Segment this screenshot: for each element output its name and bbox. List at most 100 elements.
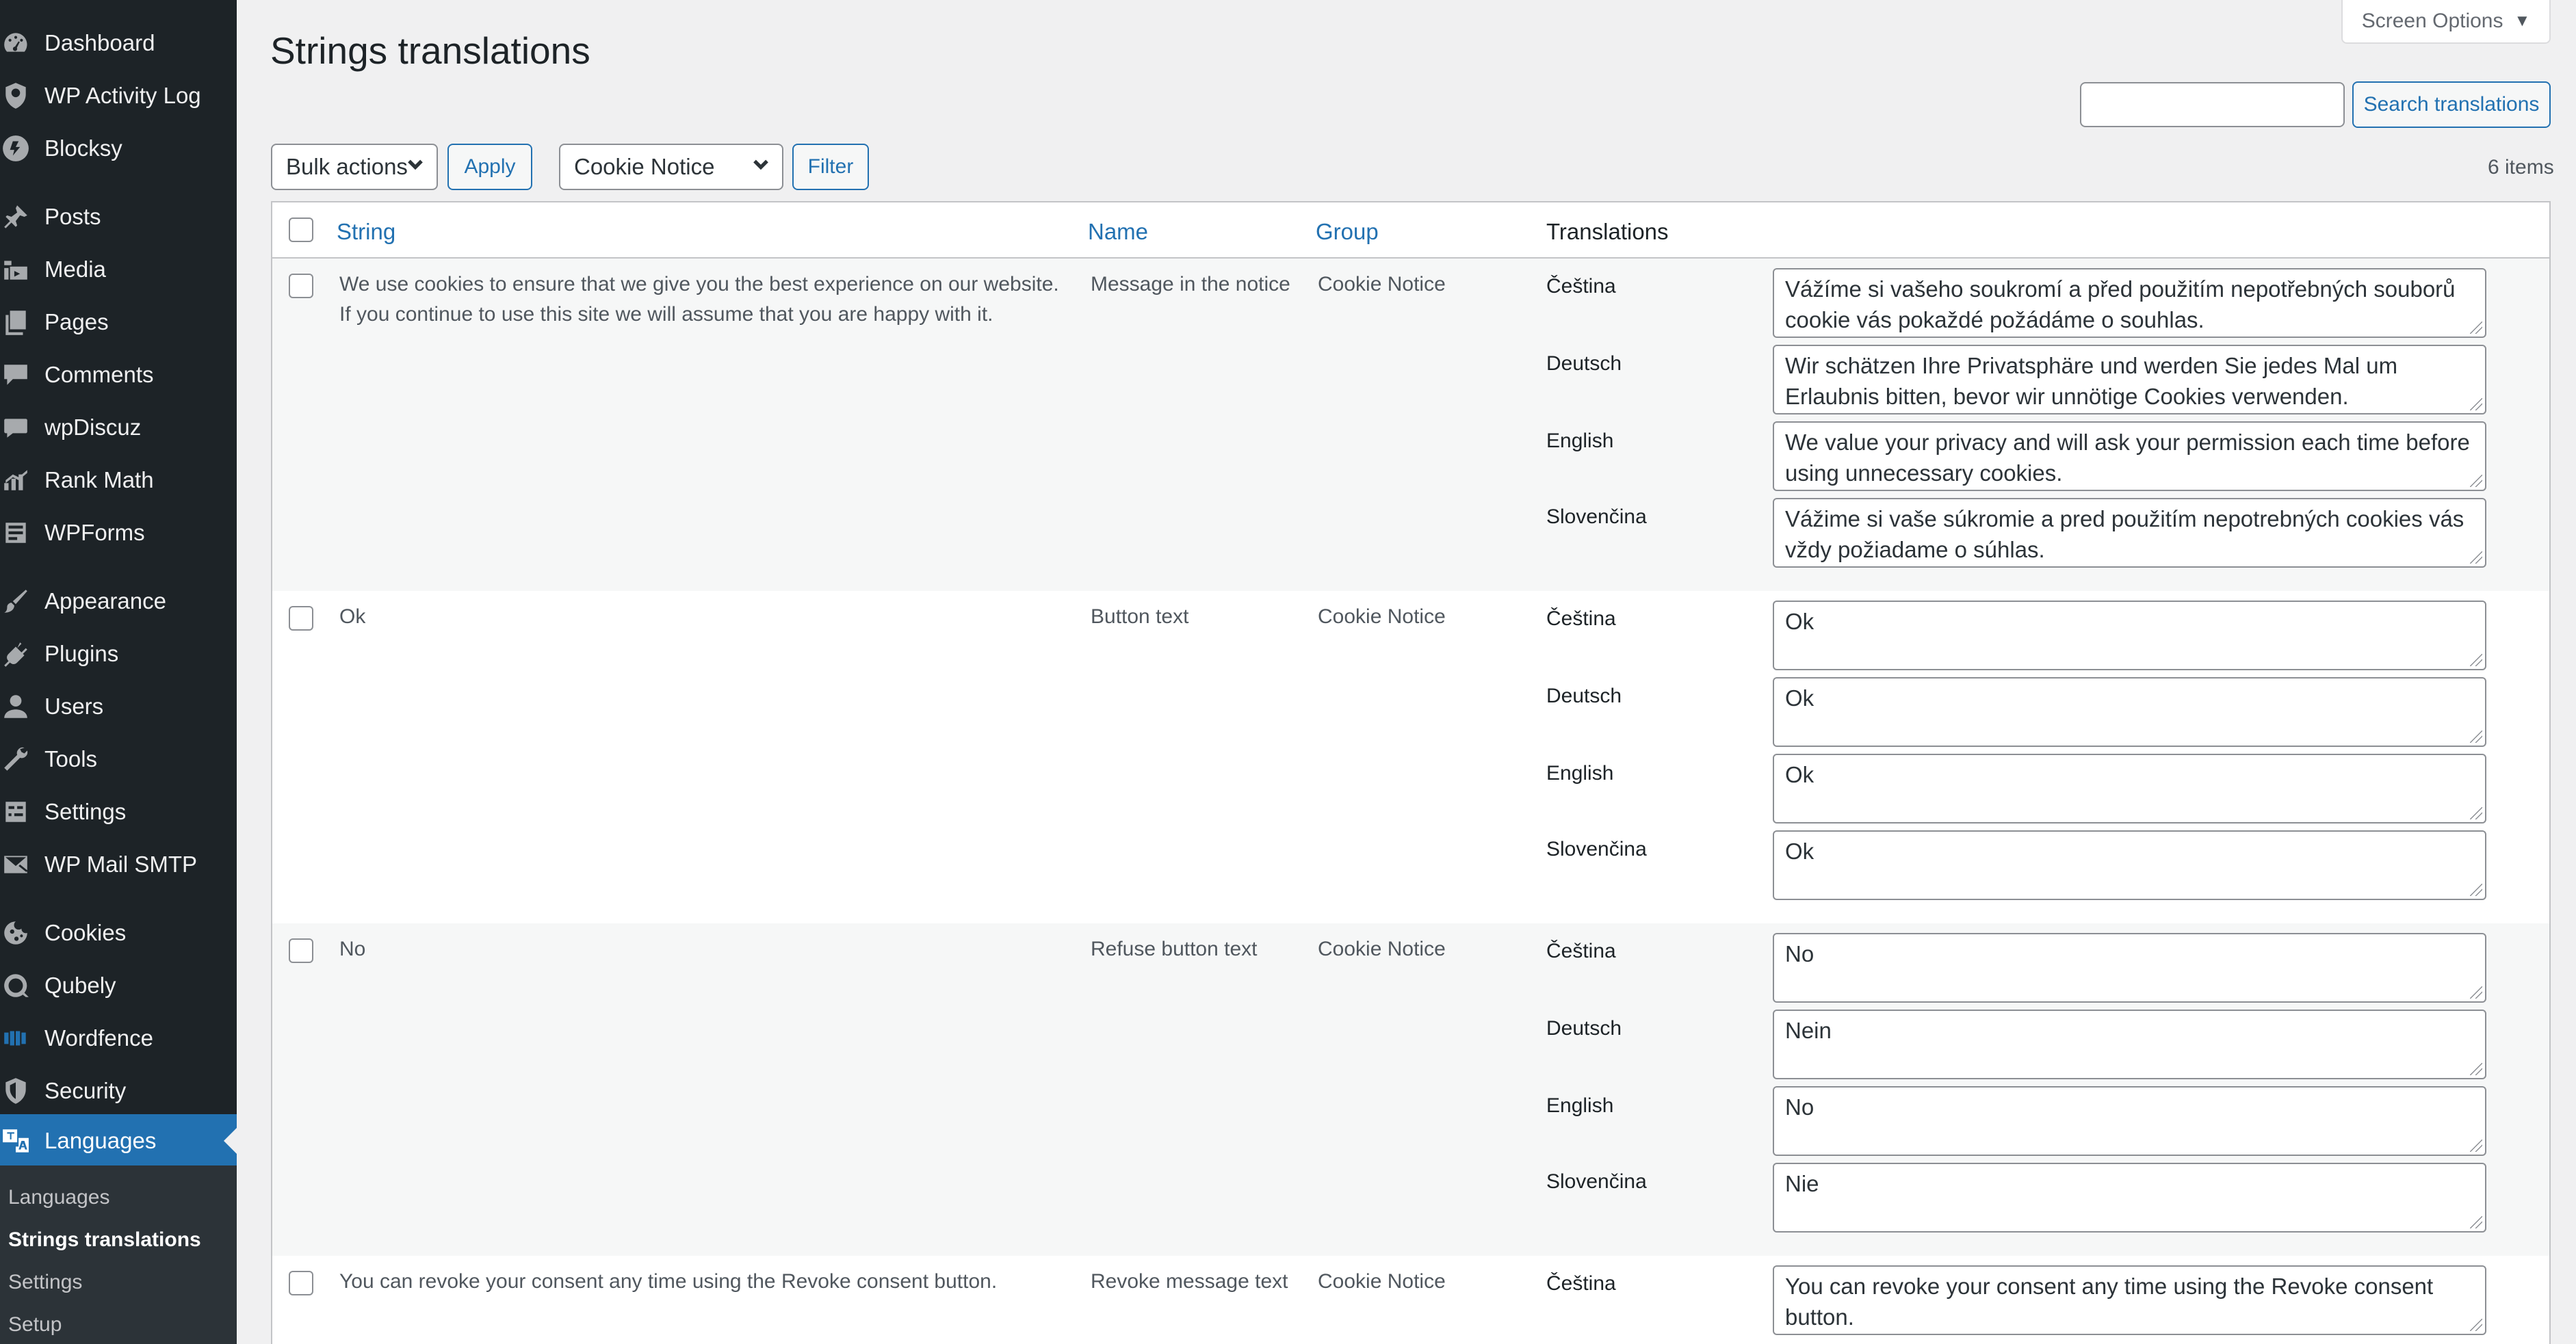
languages-submenu: Languages Strings translations Settings … — [0, 1165, 237, 1344]
language-label: Čeština — [1546, 940, 1616, 962]
sidebar-item-label: Appearance — [44, 588, 166, 614]
sidebar-item-cookies[interactable]: Cookies — [0, 906, 237, 959]
submenu-item-setup[interactable]: Setup — [8, 1313, 62, 1336]
sidebar-item-label: Rank Math — [44, 466, 154, 492]
column-header-group[interactable]: Group — [1316, 219, 1379, 245]
sidebar-item-wordfence[interactable]: Wordfence — [0, 1012, 237, 1064]
sidebar-item-wp-mail-smtp[interactable]: WP Mail SMTP — [0, 838, 237, 891]
translate-icon — [1, 1126, 30, 1155]
translation-textarea[interactable]: Vážíme si vašeho soukromí a před použití… — [1773, 268, 2486, 338]
sidebar-item-wp-activity-log[interactable]: WP Activity Log — [0, 69, 237, 122]
sidebar-item-label: Qubely — [44, 972, 116, 998]
submenu-item-settings[interactable]: Settings — [8, 1271, 82, 1294]
sidebar-item-languages[interactable]: Languages — [0, 1114, 237, 1167]
items-count: 6 items — [2488, 156, 2554, 179]
sliders-icon — [1, 798, 30, 826]
sidebar-item-pages[interactable]: Pages — [0, 295, 237, 348]
sidebar-item-tools[interactable]: Tools — [0, 733, 237, 785]
user-icon — [1, 692, 30, 721]
screen-options-label: Screen Options — [2361, 10, 2503, 32]
submenu-item-languages[interactable]: Languages — [8, 1186, 109, 1209]
translation-textarea[interactable]: Wir schätzen Ihre Privatsphäre und werde… — [1773, 345, 2486, 414]
name-cell: Message in the notice — [1091, 273, 1290, 295]
caret-down-icon: ▼ — [2514, 12, 2531, 30]
page-title: Strings translations — [270, 29, 590, 72]
chevron-down-icon — [751, 154, 771, 180]
blocksy-icon — [1, 134, 30, 163]
translation-textarea[interactable]: We value your privacy and will ask your … — [1773, 421, 2486, 491]
table-row: We use cookies to ensure that we give yo… — [272, 259, 2549, 591]
pages-icon — [1, 308, 30, 337]
translation-textarea[interactable]: Ok — [1773, 830, 2486, 900]
sidebar-item-label: Tools — [44, 746, 98, 772]
translation-textarea[interactable]: Vážime si vaše súkromie a pred použitím … — [1773, 498, 2486, 568]
sidebar-item-label: Plugins — [44, 640, 119, 666]
translation-textarea[interactable]: No — [1773, 1086, 2486, 1156]
translation-textarea[interactable]: Nein — [1773, 1010, 2486, 1079]
group-filter-value: Cookie Notice — [574, 154, 715, 179]
search-input[interactable] — [2080, 82, 2345, 127]
translation-textarea[interactable]: Ok — [1773, 601, 2486, 670]
sidebar-item-plugins[interactable]: Plugins — [0, 627, 237, 680]
sidebar-item-rank-math[interactable]: Rank Math — [0, 453, 237, 506]
language-label: Slovenčina — [1546, 838, 1647, 860]
sidebar-item-qubely[interactable]: Qubely — [0, 959, 237, 1012]
sidebar-item-label: Posts — [44, 203, 101, 229]
strings-table: String Name Group Translations We use co… — [271, 201, 2551, 1344]
screen-options-button[interactable]: Screen Options ▼ — [2341, 0, 2551, 44]
forms-icon — [1, 518, 30, 547]
dashboard-icon — [1, 29, 30, 57]
sidebar-item-label: WP Mail SMTP — [44, 851, 198, 877]
string-cell: No — [339, 938, 366, 960]
mail-icon — [1, 850, 30, 879]
sidebar-item-label: Comments — [44, 361, 154, 387]
group-filter-select[interactable]: Cookie Notice — [559, 144, 783, 190]
name-cell: Button text — [1091, 605, 1189, 628]
row-checkbox[interactable] — [289, 1271, 313, 1295]
sidebar-item-blocksy[interactable]: Blocksy — [0, 122, 237, 174]
sidebar-item-dashboard[interactable]: Dashboard — [0, 16, 237, 69]
sidebar-item-security[interactable]: Security — [0, 1064, 237, 1117]
sidebar-item-posts[interactable]: Posts — [0, 190, 237, 243]
wrench-icon — [1, 745, 30, 774]
translation-textarea[interactable]: Ok — [1773, 677, 2486, 747]
translation-textarea[interactable]: Ok — [1773, 754, 2486, 823]
column-header-string[interactable]: String — [337, 219, 395, 245]
pin-icon — [1, 202, 30, 231]
language-label: Slovenčina — [1546, 1170, 1647, 1193]
sidebar-item-settings[interactable]: Settings — [0, 785, 237, 838]
sidebar-item-label: wpDiscuz — [44, 414, 142, 440]
row-checkbox[interactable] — [289, 938, 313, 963]
row-checkbox[interactable] — [289, 274, 313, 298]
wordfence-icon — [1, 1024, 30, 1053]
sidebar-item-wpdiscuz[interactable]: wpDiscuz — [0, 401, 237, 453]
translation-textarea[interactable]: Nie — [1773, 1163, 2486, 1233]
bulk-actions-value: Bulk actions — [286, 154, 408, 179]
sidebar-item-label: Wordfence — [44, 1025, 153, 1051]
translation-textarea[interactable]: No — [1773, 933, 2486, 1003]
filter-button[interactable]: Filter — [792, 144, 869, 190]
sidebar-item-comments[interactable]: Comments — [0, 348, 237, 401]
sidebar-item-users[interactable]: Users — [0, 680, 237, 733]
language-label: Čeština — [1546, 275, 1616, 298]
language-label: Slovenčina — [1546, 505, 1647, 528]
sidebar-item-label: Pages — [44, 308, 109, 334]
column-header-name[interactable]: Name — [1088, 219, 1148, 245]
sidebar-item-media[interactable]: Media — [0, 243, 237, 295]
name-cell: Refuse button text — [1091, 938, 1258, 960]
language-label: English — [1546, 762, 1614, 785]
translation-textarea[interactable]: You can revoke your consent any time usi… — [1773, 1265, 2486, 1335]
apply-button[interactable]: Apply — [447, 144, 532, 190]
select-all-checkbox[interactable] — [289, 218, 313, 242]
media-icon — [1, 255, 30, 284]
submenu-item-strings-translations[interactable]: Strings translations — [8, 1228, 201, 1252]
bulk-actions-select[interactable]: Bulk actions — [271, 144, 438, 190]
sidebar-item-appearance[interactable]: Appearance — [0, 575, 237, 627]
sidebar-item-label: Media — [44, 256, 106, 282]
sidebar-item-wpforms[interactable]: WPForms — [0, 506, 237, 559]
row-checkbox[interactable] — [289, 606, 313, 631]
sidebar-item-label: Users — [44, 693, 104, 719]
search-translations-button[interactable]: Search translations — [2352, 81, 2551, 128]
language-label: Čeština — [1546, 1272, 1616, 1295]
language-label: Čeština — [1546, 607, 1616, 630]
